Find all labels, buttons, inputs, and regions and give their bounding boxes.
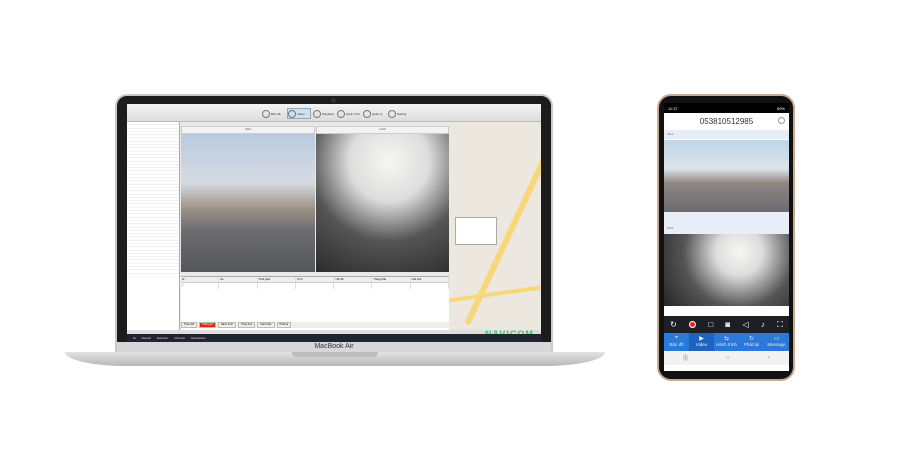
column-header: Trạng thái — [372, 277, 411, 282]
recents-icon[interactable]: ||| — [683, 355, 688, 361]
nav-icon: ↻ — [748, 336, 755, 342]
table-tab[interactable]: Phát lại — [276, 322, 292, 328]
nav-item[interactable]: ⌖ Bản đồ — [664, 333, 689, 351]
start-icon[interactable]: ⊞ — [133, 336, 136, 340]
toolbar-label: Bản đồ — [271, 111, 281, 116]
stop-icon[interactable]: □ — [708, 320, 713, 329]
phone-screen: 11:37 69% 053810512985 CH1 CH2 ↻ □ ◙ ◁ ♪… — [664, 103, 789, 371]
nav-item[interactable]: ↻ Phát lại — [739, 333, 764, 351]
table-tab[interactable]: Theo dõi — [181, 322, 198, 328]
nav-label: Phát lại — [743, 342, 759, 347]
nav-item[interactable]: ▭ Message — [764, 333, 789, 351]
status-battery: 69% — [776, 105, 785, 111]
laptop-brand: MacBook Air — [314, 343, 354, 350]
table-row[interactable]: 1 — [181, 283, 449, 289]
taskbar-item[interactable]: Search — [142, 336, 152, 340]
nav-icon: ▶ — [699, 336, 704, 342]
video-controls: ↻ □ ◙ ◁ ♪ ⛶ — [664, 316, 789, 333]
volume-icon[interactable]: ◁ — [743, 320, 749, 329]
column-header: Id — [181, 277, 220, 282]
tree-row[interactable] — [127, 270, 179, 274]
column-header: Thời gian — [258, 277, 296, 282]
toolbar-label: Hành trình — [346, 111, 361, 116]
nav-item[interactable]: ⇆ Hành trình — [714, 333, 739, 351]
nav-label: Bản đồ — [669, 342, 684, 347]
taskbar-item[interactable]: Operations — [191, 336, 206, 340]
toolbar-label: Quản lý — [372, 111, 383, 116]
nav-icon: ▭ — [773, 336, 780, 342]
windows-taskbar: ⊞ Search Explorer Chrome Operations — [127, 334, 541, 342]
android-nav: ||| ○ ‹ — [664, 351, 789, 365]
toolbar-playback[interactable]: Playback — [313, 108, 337, 119]
webcam — [331, 98, 336, 103]
toolbar-manage[interactable]: Quản lý — [363, 108, 387, 119]
channel-label: CH1 — [664, 130, 789, 139]
toolbar-map[interactable]: Bản đồ — [262, 108, 286, 119]
video-feed-front[interactable] — [664, 140, 789, 212]
nav-item[interactable]: ▶ Video — [689, 333, 714, 351]
table-tab[interactable]: Tổng hợp — [238, 322, 256, 328]
status-time: 11:37 — [668, 105, 678, 111]
status-bar: 11:37 69% — [664, 103, 789, 113]
toolbar-label: Playback — [322, 111, 335, 116]
toolbar-setting[interactable]: Setting — [388, 108, 412, 119]
column-header: Tốc độ — [334, 277, 373, 282]
toolbar-label: Video — [297, 111, 305, 116]
nav-label: Video — [695, 342, 708, 347]
table-tab[interactable]: Hành trình — [217, 322, 237, 328]
page-title: 053810512985 — [664, 113, 789, 130]
nav-icon: ⌖ — [674, 335, 679, 341]
fullscreen-icon[interactable]: ⛶ — [777, 320, 783, 330]
column-header: Ghi chú — [411, 277, 449, 282]
nav-label: Message — [767, 342, 786, 347]
nav-label: Hành trình — [715, 342, 737, 347]
column-header: Xe — [219, 277, 258, 282]
search-icon[interactable] — [778, 117, 785, 124]
taskbar-item[interactable]: Explorer — [157, 336, 168, 340]
home-icon[interactable]: ○ — [726, 355, 730, 361]
record-icon[interactable] — [689, 321, 697, 328]
column-header: Vị trí — [296, 277, 335, 282]
channel-label: CH2 — [664, 212, 789, 234]
nav-icon: ⇆ — [723, 336, 730, 342]
laptop-screen: Bản đồ Video Playback Hành trình Quản lý… — [127, 104, 541, 342]
back-icon[interactable]: ‹ — [768, 355, 770, 361]
bottom-nav: ⌖ Bản đồ ▶ Video ⇆ Hành trình ↻ Phát lại ▭ Messag… — [664, 333, 789, 351]
taskbar-item[interactable]: Chrome — [174, 336, 185, 340]
toolbar-label: Setting — [397, 111, 407, 116]
laptop-notch — [292, 352, 378, 357]
table-tab[interactable]: Thống kê — [199, 322, 216, 328]
video-feed-front[interactable] — [181, 134, 315, 272]
table-cell: 1 — [181, 283, 220, 289]
rotate-icon[interactable]: ↻ — [670, 320, 677, 329]
table-tab[interactable]: Cảnh báo — [257, 322, 275, 328]
app-toolbar: Bản đồ Video Playback Hành trình Quản lý… — [127, 104, 541, 122]
video-feed-cabin[interactable] — [316, 134, 449, 272]
mic-icon[interactable]: ♪ — [761, 320, 765, 329]
camera-icon[interactable]: ◙ — [725, 320, 730, 329]
map-panel[interactable] — [449, 122, 541, 334]
table-tabs: Theo dõi Thống kê Hành trình Tổng hợp Cảnh b… — [181, 322, 449, 328]
vehicle-info-panel — [127, 282, 180, 330]
toolbar-video[interactable]: Video — [287, 108, 311, 119]
video-feed-cabin[interactable] — [664, 234, 789, 306]
video-label-ch1: CH1 — [181, 126, 315, 134]
vehicle-tree[interactable] — [127, 122, 180, 282]
toolbar-route[interactable]: Hành trình — [337, 108, 361, 119]
map-popup — [455, 217, 497, 245]
video-label-ch2: CH2 — [316, 126, 449, 134]
